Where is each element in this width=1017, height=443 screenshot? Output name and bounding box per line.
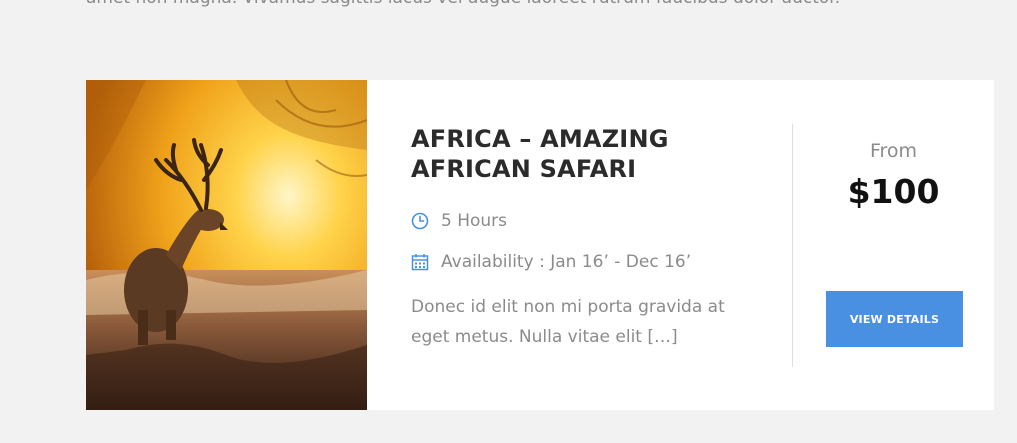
tour-content: AFRICA – AMAZING AFRICAN SAFARI 5 Hours [411, 124, 771, 352]
deer-sunset-image [86, 80, 367, 410]
tour-card: AFRICA – AMAZING AFRICAN SAFARI 5 Hours [86, 80, 994, 410]
tour-title-line-1: AFRICA – AMAZING [411, 125, 669, 153]
tour-image[interactable] [86, 80, 367, 410]
tour-excerpt-line-2: eget metus. Nulla vitae elit […] [411, 327, 678, 347]
view-details-button[interactable]: VIEW DETAILS [826, 291, 963, 347]
intro-text: amet non magna. Vivamus sagittis lacus v… [86, 0, 840, 8]
calendar-icon [411, 253, 429, 271]
tour-price: $100 [847, 172, 940, 211]
tour-title-line-2: AFRICAN SAFARI [411, 155, 637, 183]
price-box: From $100 VIEW DETAILS [793, 80, 994, 410]
tour-excerpt-line-1: Donec id elit non mi porta gravida at [411, 297, 725, 317]
tour-duration-text: 5 Hours [441, 211, 508, 231]
tour-availability-text: Availability : Jan 16’ - Dec 16’ [441, 252, 692, 272]
tour-availability: Availability : Jan 16’ - Dec 16’ [411, 251, 771, 273]
price-from-label: From [869, 140, 918, 162]
clock-icon [411, 212, 429, 230]
tour-meta: 5 Hours Availability : Jan 16’ - Dec 16’ [411, 210, 771, 273]
tour-title[interactable]: AFRICA – AMAZING AFRICAN SAFARI [411, 124, 771, 184]
tour-duration: 5 Hours [411, 210, 771, 232]
tour-excerpt: Donec id elit non mi porta gravida at eg… [411, 292, 771, 352]
